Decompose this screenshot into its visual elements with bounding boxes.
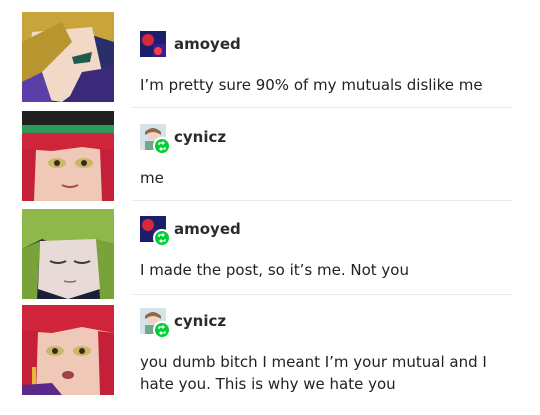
post: amoyed I’m pretty sure 90% of my mutuals… xyxy=(132,30,512,96)
post: cynicz you dumb bitch I meant I’m your m… xyxy=(132,307,512,395)
post-body: I made the post, so it’s me. Not you xyxy=(140,261,409,279)
cynicz-avatar[interactable] xyxy=(140,308,171,339)
post-divider xyxy=(132,107,512,108)
post-body: me xyxy=(140,169,164,187)
portrait-image xyxy=(22,305,114,395)
username[interactable]: amoyed xyxy=(174,220,241,238)
post-body: you dumb bitch I meant I’m your mutual a… xyxy=(140,353,487,393)
post-header: cynicz xyxy=(132,307,512,339)
post-body: I’m pretty sure 90% of my mutuals dislik… xyxy=(140,76,483,94)
post: amoyed I made the post, so it’s me. Not … xyxy=(132,215,512,281)
username[interactable]: amoyed xyxy=(174,35,241,53)
post-header: amoyed xyxy=(132,215,512,247)
reblog-thread: amoyed I’m pretty sure 90% of my mutuals… xyxy=(0,0,540,415)
reblog-icon xyxy=(153,321,171,339)
username[interactable]: cynicz xyxy=(174,128,226,146)
post-header: cynicz xyxy=(132,123,512,155)
portrait-image xyxy=(22,12,114,102)
username[interactable]: cynicz xyxy=(174,312,226,330)
post-divider xyxy=(132,294,512,295)
amoyed-avatar[interactable] xyxy=(140,31,166,57)
post-divider xyxy=(132,200,512,201)
reblog-icon xyxy=(153,137,171,155)
portrait-image xyxy=(22,209,114,299)
reblog-icon xyxy=(153,229,171,247)
portrait-image xyxy=(22,111,114,201)
post: cynicz me xyxy=(132,123,512,189)
amoyed-avatar[interactable] xyxy=(140,216,171,247)
post-header: amoyed xyxy=(132,30,512,58)
cynicz-avatar[interactable] xyxy=(140,124,171,155)
